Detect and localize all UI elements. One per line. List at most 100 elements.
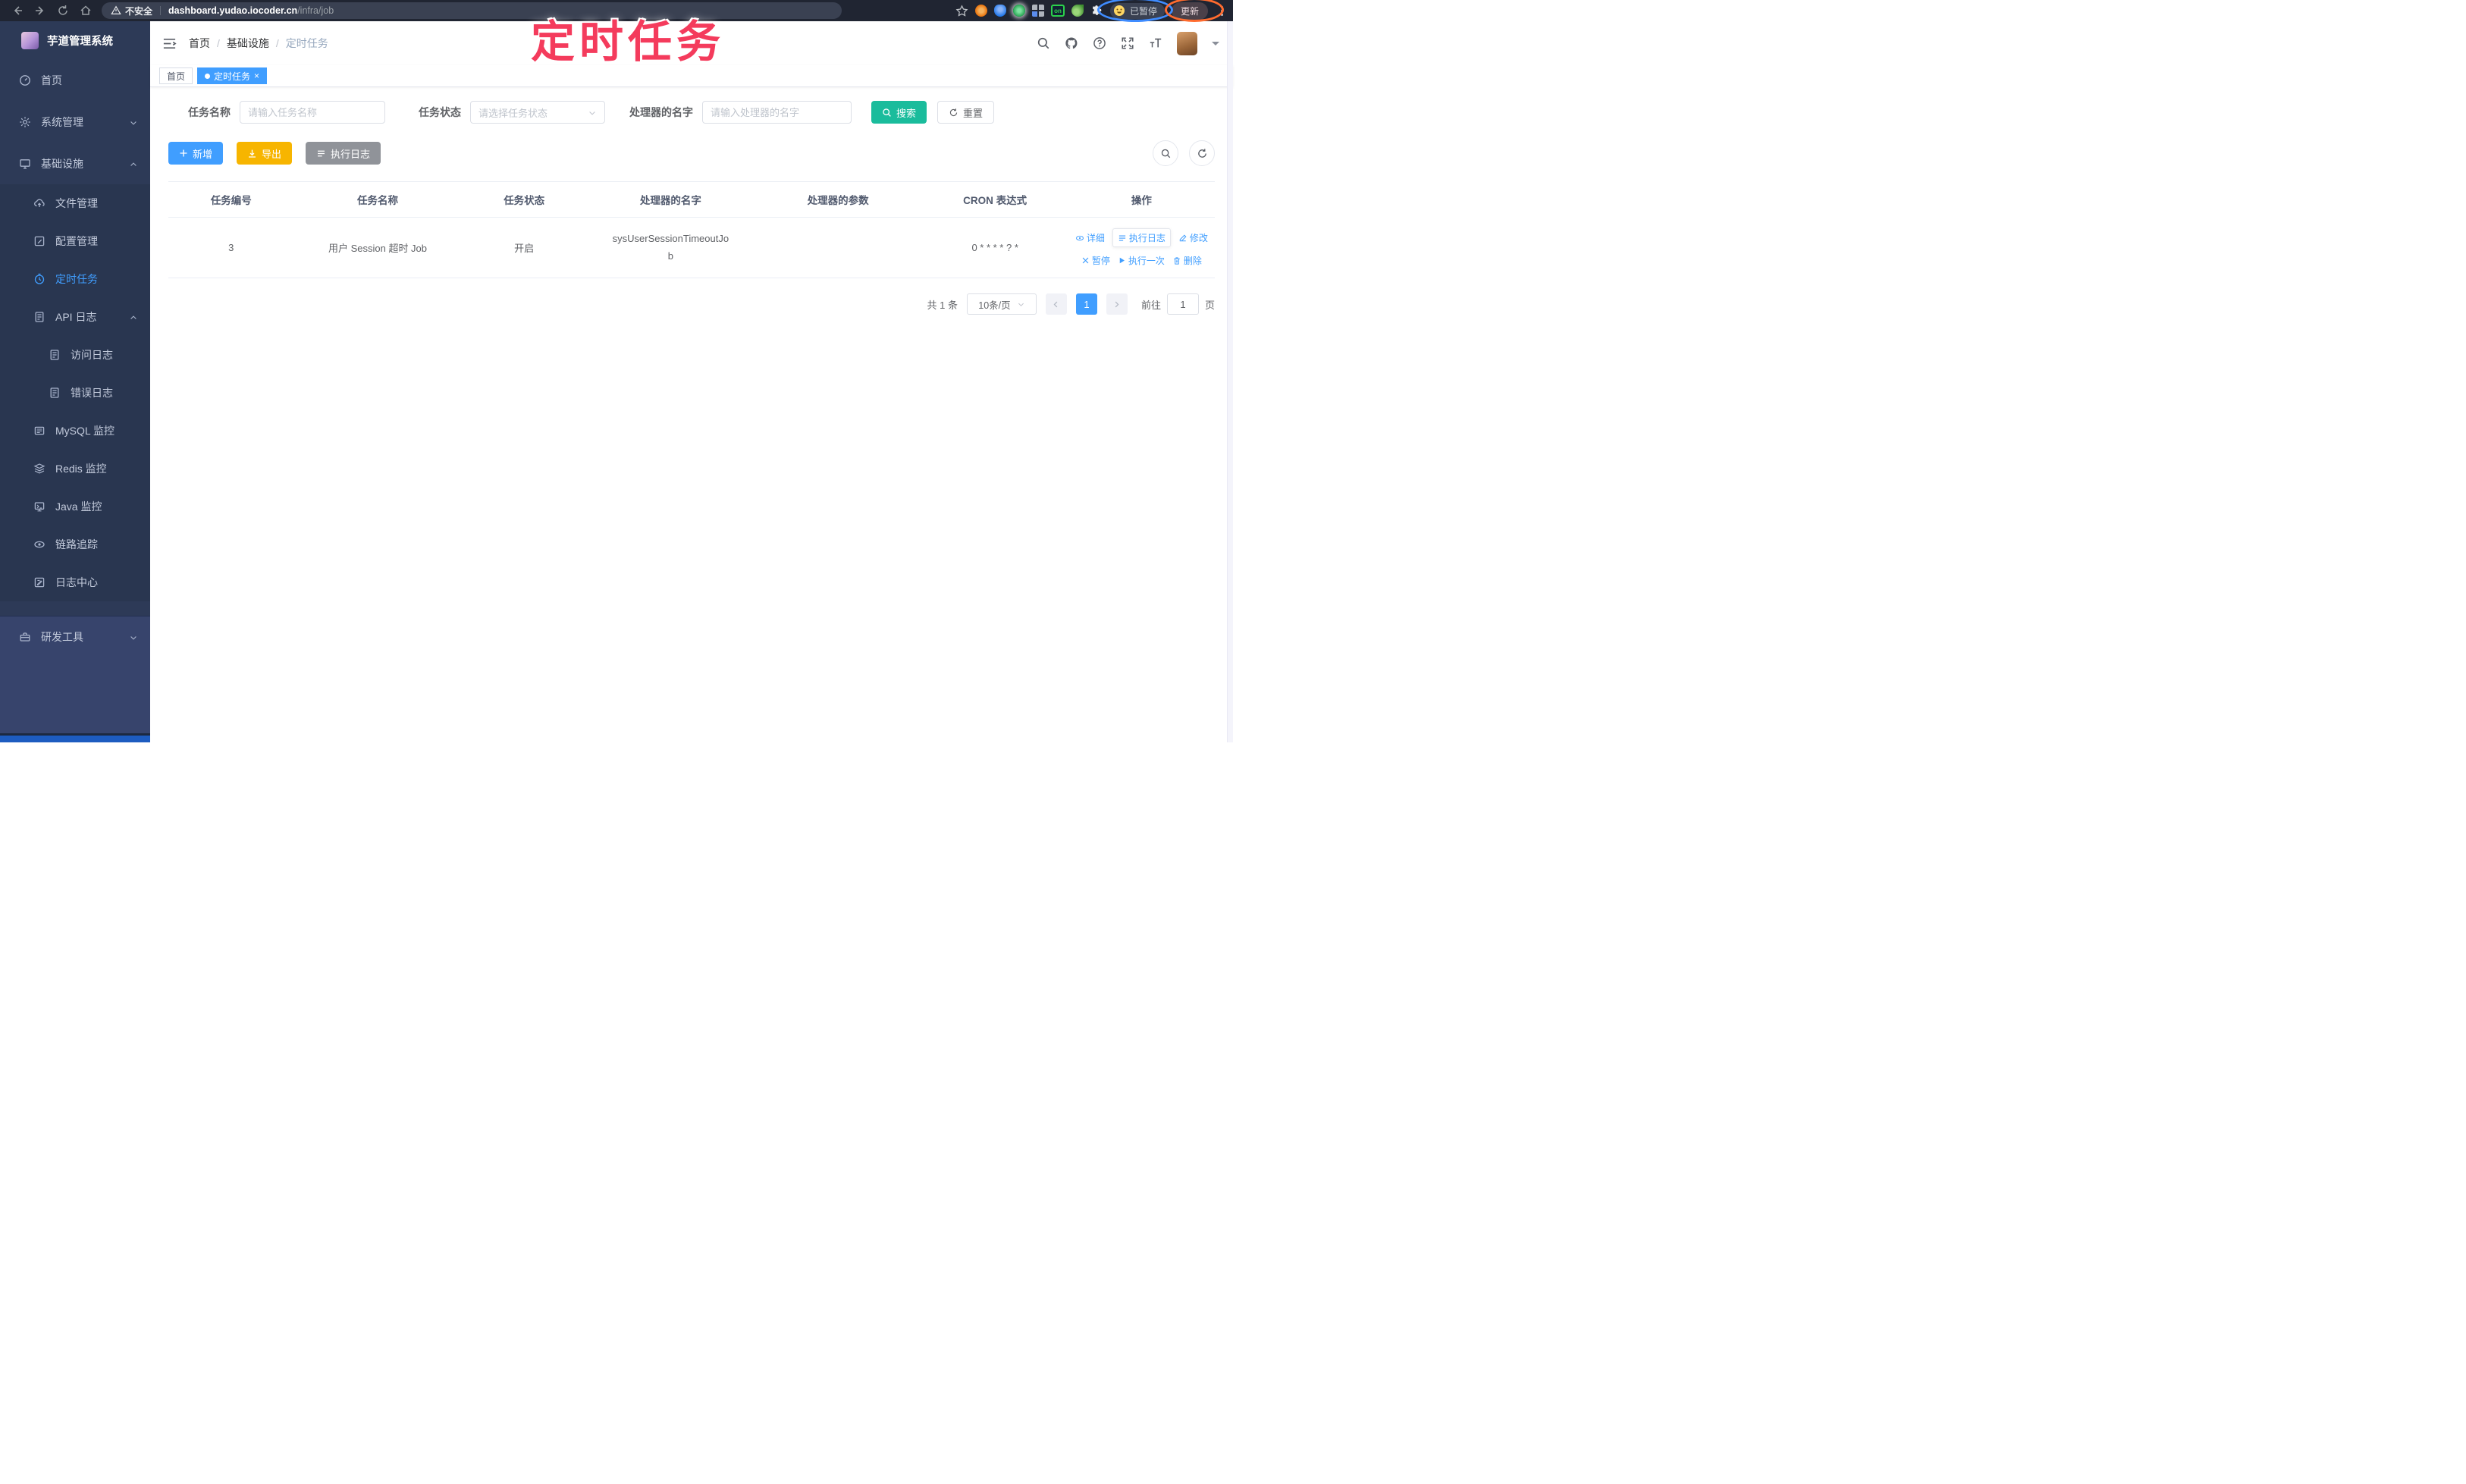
job-name-label: 任务名称 bbox=[188, 106, 231, 118]
goto-page-input[interactable] bbox=[1166, 293, 1199, 315]
extension-green-icon[interactable] bbox=[1012, 5, 1025, 17]
sidebar-item-dev-tools[interactable]: 研发工具 bbox=[0, 617, 150, 657]
page-scrollbar[interactable] bbox=[1227, 21, 1233, 742]
action-run-once[interactable]: 执行一次 bbox=[1118, 254, 1165, 267]
font-size-icon[interactable] bbox=[1149, 36, 1162, 50]
extension-orange-icon[interactable] bbox=[974, 5, 987, 17]
tab-close-icon[interactable]: × bbox=[254, 71, 259, 80]
access-log-icon bbox=[50, 350, 59, 360]
extension-blue-icon[interactable] bbox=[993, 5, 1006, 17]
sidebar-bottom-strip bbox=[0, 736, 150, 742]
browser-reload-icon[interactable] bbox=[56, 4, 70, 17]
cloud-upload-icon bbox=[34, 199, 45, 207]
sidebar-item-redis-monitor[interactable]: Redis 监控 bbox=[0, 450, 150, 488]
address-bar[interactable]: 不安全 dashboard.yudao.iocoder.cn/infra/job bbox=[102, 2, 842, 19]
chevron-down-icon bbox=[588, 107, 597, 118]
sidebar-item-mysql-monitor[interactable]: MySQL 监控 bbox=[0, 412, 150, 450]
browser-home-icon[interactable] bbox=[79, 4, 93, 17]
layers-icon bbox=[33, 463, 45, 474]
sidebar-item-infra[interactable]: 基础设施 bbox=[0, 143, 150, 184]
col-cron: CRON 表达式 bbox=[921, 181, 1068, 218]
user-menu-caret-icon[interactable] bbox=[1212, 41, 1219, 49]
goto-page-suffix: 页 bbox=[1204, 299, 1215, 311]
dashboard-icon bbox=[20, 74, 30, 86]
sidebar-item-log-center[interactable]: 日志中心 bbox=[0, 563, 150, 601]
pagination: 共 1 条 10条/页 1 前往 页 bbox=[168, 293, 1215, 315]
export-button[interactable]: 导出 bbox=[237, 142, 293, 165]
filter-form: 任务名称 任务状态 请选择任务状态 处理器的名字 搜索 重置 bbox=[168, 101, 1215, 124]
sidebar-item-home[interactable]: 首页 bbox=[0, 59, 150, 101]
col-job-id: 任务编号 bbox=[168, 181, 294, 218]
breadcrumb-current: 定时任务 bbox=[285, 37, 328, 49]
sidebar-item-system[interactable]: 系统管理 bbox=[0, 101, 150, 143]
goto-label: 前往 bbox=[1140, 299, 1161, 311]
search-icon[interactable] bbox=[1037, 36, 1050, 50]
toggle-search-button[interactable] bbox=[1153, 140, 1178, 166]
sidebar-toggle-icon[interactable] bbox=[162, 36, 177, 51]
tab-active-dot bbox=[205, 73, 211, 79]
chevron-up-icon bbox=[129, 158, 138, 170]
exec-log-button[interactable]: 执行日志 bbox=[306, 142, 381, 165]
sidebar-item-config-management[interactable]: 配置管理 bbox=[0, 222, 150, 260]
action-detail[interactable]: 详细 bbox=[1075, 231, 1105, 244]
timer-icon bbox=[34, 273, 45, 284]
page-number-1[interactable]: 1 bbox=[1075, 293, 1097, 315]
table-header-row: 任务编号 任务名称 任务状态 处理器的名字 处理器的参数 CRON 表达式 操作 bbox=[168, 181, 1215, 218]
tab-home[interactable]: 首页 bbox=[159, 67, 193, 84]
url-host: dashboard.yudao.iocoder.cn bbox=[168, 5, 298, 16]
extension-grid-icon[interactable] bbox=[1031, 5, 1044, 17]
breadcrumb-infra[interactable]: 基础设施 bbox=[227, 36, 269, 51]
extension-on-badge[interactable]: on bbox=[1050, 5, 1065, 17]
app-logo[interactable]: 芋道管理系统 bbox=[0, 21, 150, 59]
user-avatar[interactable] bbox=[1177, 31, 1197, 55]
cell-job-status: 开启 bbox=[461, 217, 587, 278]
action-edit[interactable]: 修改 bbox=[1178, 231, 1208, 244]
reset-button[interactable]: 重置 bbox=[937, 101, 995, 124]
sidebar-item-tracing[interactable]: 链路追踪 bbox=[0, 526, 150, 563]
sidebar-item-api-log[interactable]: API 日志 bbox=[0, 298, 150, 336]
action-exec-log[interactable]: 执行日志 bbox=[1112, 228, 1171, 247]
toolbox-icon bbox=[20, 632, 30, 642]
bookmark-star-icon[interactable] bbox=[955, 5, 968, 17]
sidebar: 芋道管理系统 首页 系统管理 基础设施 文件管理 配置管理 定时任务 API 日… bbox=[0, 21, 150, 742]
page-size-select[interactable]: 10条/页 bbox=[966, 293, 1037, 315]
action-pause[interactable]: 暂停 bbox=[1081, 254, 1110, 267]
extension-leaf-icon[interactable] bbox=[1071, 5, 1084, 17]
url-path: /infra/job bbox=[297, 5, 334, 16]
sidebar-item-access-log[interactable]: 访问日志 bbox=[0, 336, 150, 374]
cell-handler-params bbox=[754, 217, 922, 278]
sidebar-item-error-log[interactable]: 错误日志 bbox=[0, 374, 150, 412]
fullscreen-icon[interactable] bbox=[1121, 36, 1134, 50]
security-warning[interactable]: 不安全 bbox=[111, 5, 152, 17]
browser-back-icon[interactable] bbox=[11, 4, 24, 17]
refresh-button[interactable] bbox=[1189, 140, 1215, 166]
job-status-label: 任务状态 bbox=[419, 106, 461, 118]
col-handler-name: 处理器的名字 bbox=[586, 181, 755, 218]
job-name-input[interactable] bbox=[240, 101, 385, 124]
omnibox-divider bbox=[160, 6, 162, 15]
prev-page-button[interactable] bbox=[1045, 293, 1067, 315]
add-button[interactable]: 新增 bbox=[168, 142, 224, 165]
next-page-button[interactable] bbox=[1106, 293, 1128, 315]
job-status-select[interactable]: 请选择任务状态 bbox=[470, 101, 605, 124]
breadcrumb-separator: / bbox=[217, 37, 220, 49]
sidebar-item-file-management[interactable]: 文件管理 bbox=[0, 184, 150, 222]
handler-name-input[interactable] bbox=[702, 101, 852, 124]
app-title: 芋道管理系统 bbox=[47, 35, 113, 48]
search-button[interactable]: 搜索 bbox=[871, 101, 927, 124]
github-icon[interactable] bbox=[1065, 36, 1078, 50]
tab-scheduled-jobs[interactable]: 定时任务 × bbox=[197, 67, 268, 84]
security-label: 不安全 bbox=[125, 5, 153, 17]
sidebar-item-scheduled-jobs[interactable]: 定时任务 bbox=[0, 260, 150, 298]
sidebar-item-java-monitor[interactable]: Java 监控 bbox=[0, 488, 150, 526]
java-monitor-icon bbox=[34, 502, 45, 512]
col-handler-params: 处理器的参数 bbox=[754, 181, 922, 218]
breadcrumb-home[interactable]: 首页 bbox=[189, 36, 210, 51]
col-actions: 操作 bbox=[1068, 181, 1215, 218]
pagination-total: 共 1 条 bbox=[927, 299, 958, 311]
cell-actions: 详细 执行日志 修改 暂停 执行一次 删除 bbox=[1068, 217, 1215, 278]
action-delete[interactable]: 删除 bbox=[1172, 254, 1202, 267]
help-icon[interactable] bbox=[1093, 36, 1106, 50]
browser-forward-icon[interactable] bbox=[33, 4, 47, 17]
table-toolbar: 新增 导出 执行日志 bbox=[168, 140, 1215, 166]
